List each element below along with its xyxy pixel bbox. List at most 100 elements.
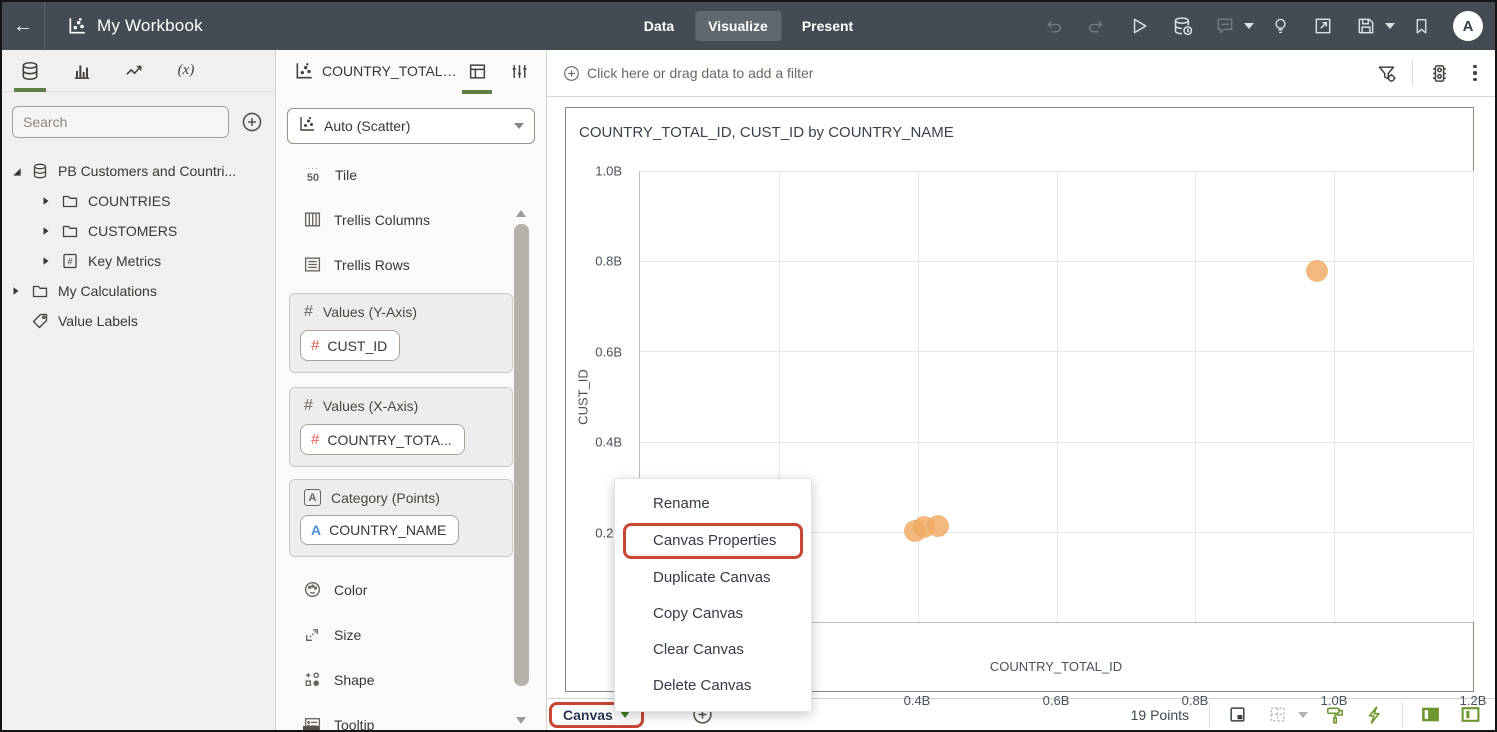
menu-item-rename[interactable]: Rename	[615, 486, 811, 522]
grammar-tab-icon[interactable]	[462, 52, 492, 94]
drop-target-size[interactable]: Size	[289, 612, 513, 657]
v-gridline	[1056, 171, 1058, 622]
drop-target-trellis-columns[interactable]: Trellis Columns	[289, 197, 513, 242]
tree-item-countries[interactable]: COUNTRIES	[2, 186, 275, 216]
menu-item-delete-canvas[interactable]: Delete Canvas	[615, 668, 811, 704]
field-pill-country-total[interactable]: # COUNTRY_TOTA...	[300, 424, 465, 455]
more-options-kebab-icon[interactable]	[1465, 64, 1485, 82]
drop-target-label: Shape	[334, 671, 375, 688]
tree-item-value-labels[interactable]: Value Labels	[2, 306, 275, 336]
tab-present[interactable]: Present	[789, 11, 866, 41]
caret-collapsed-icon[interactable]	[10, 286, 22, 296]
add-filter-target[interactable]: Click here or drag data to add a filter	[563, 65, 813, 82]
tree-item-label: Key Metrics	[88, 253, 162, 269]
data-panel-tabs: (x)	[2, 50, 275, 92]
tree-item-label: PB Customers and Countri...	[58, 163, 237, 179]
menu-item-duplicate-canvas[interactable]: Duplicate Canvas	[615, 560, 811, 596]
drop-target-tile[interactable]: ··· 50 Tile	[289, 152, 513, 197]
v-gridline	[917, 171, 919, 622]
refresh-data-icon[interactable]	[1165, 9, 1199, 43]
caret-collapsed-icon[interactable]	[40, 196, 52, 206]
size-icon	[306, 629, 318, 641]
comment-dropdown-caret[interactable]	[1244, 23, 1254, 29]
toolbar-divider	[1412, 60, 1413, 86]
scrollbar-thumb[interactable]	[514, 224, 529, 686]
menu-item-canvas-properties[interactable]: Canvas Properties	[623, 523, 803, 559]
scroll-up-icon[interactable]	[516, 210, 526, 217]
dropzone-values-y-axis[interactable]: # Values (Y-Axis) # CUST_ID	[289, 293, 513, 373]
scroll-down-icon[interactable]	[516, 717, 526, 724]
folder-icon	[30, 282, 50, 300]
v-gridline	[1195, 171, 1197, 622]
y-tick-label: 0.6B	[595, 344, 622, 360]
metrics-icon: #	[60, 252, 80, 270]
header-divider	[44, 2, 45, 50]
mode-tabs: Data Visualize Present	[631, 2, 866, 50]
present-play-icon[interactable]	[1122, 9, 1156, 43]
scatter-point[interactable]	[1305, 259, 1328, 282]
tab-visualizations[interactable]	[68, 52, 96, 90]
drop-target-label: Size	[334, 626, 362, 643]
dropdown-caret-icon	[514, 123, 524, 129]
tree-item-my-calculations[interactable]: My Calculations	[2, 276, 275, 306]
workbook-scatter-icon	[67, 16, 87, 36]
filter-bar: Click here or drag data to add a filter	[547, 50, 1495, 97]
menu-item-copy-canvas[interactable]: Copy Canvas	[615, 596, 811, 632]
circle-plus-icon	[564, 65, 579, 81]
color-palette-icon	[304, 581, 321, 598]
save-icon[interactable]	[1349, 9, 1383, 43]
canvas-dropdown-caret[interactable]	[619, 711, 630, 718]
tab-calculations-fx[interactable]: (x)	[172, 52, 200, 90]
user-avatar[interactable]: A	[1453, 11, 1483, 41]
visualization-settings-icon[interactable]	[1423, 57, 1455, 89]
viz-type-dropdown[interactable]: Auto (Scatter)	[287, 108, 535, 144]
open-in-window-icon[interactable]	[1306, 9, 1340, 43]
add-dataset-icon[interactable]	[239, 109, 265, 135]
menu-item-clear-canvas[interactable]: Clear Canvas	[615, 632, 811, 668]
tree-item-key-metrics[interactable]: # Key Metrics	[2, 246, 275, 276]
insights-lightbulb-icon[interactable]	[1263, 9, 1297, 43]
tree-item-label: My Calculations	[58, 283, 157, 299]
tree-item-dataset[interactable]: PB Customers and Countri...	[2, 156, 275, 186]
grammar-scrollbar[interactable]	[514, 208, 529, 728]
drop-target-trellis-rows[interactable]: Trellis Rows	[289, 242, 513, 287]
tab-analytics[interactable]	[120, 52, 148, 90]
caret-collapsed-icon[interactable]	[40, 256, 52, 266]
drop-target-shape[interactable]: Shape	[289, 657, 513, 702]
tab-data[interactable]: Data	[631, 11, 687, 41]
save-menu[interactable]	[1349, 9, 1395, 43]
field-pill-label: COUNTRY_TOTA...	[327, 431, 452, 448]
measure-hash-icon: #	[311, 431, 320, 448]
filter-settings-icon[interactable]	[1370, 57, 1402, 89]
save-dropdown-caret[interactable]	[1385, 23, 1395, 29]
drop-target-tooltip[interactable]: Tooltip	[289, 702, 513, 730]
comments-menu[interactable]	[1208, 9, 1254, 43]
y-tick-label: 1.0B	[595, 163, 622, 179]
clipped-next-row	[303, 726, 319, 730]
comment-icon[interactable]	[1208, 9, 1242, 43]
caret-collapsed-icon[interactable]	[40, 226, 52, 236]
field-pill-cust-id[interactable]: # CUST_ID	[300, 330, 401, 361]
top-header: ← My Workbook Data Visualize Present A	[2, 2, 1495, 50]
drop-target-label: Trellis Columns	[334, 211, 430, 228]
tab-data-elements[interactable]	[14, 52, 46, 92]
dropzone-category-points[interactable]: A Category (Points) A COUNTRY_NAME	[289, 479, 513, 557]
field-pill-country-name[interactable]: A COUNTRY_NAME	[300, 515, 460, 545]
undo-icon[interactable]	[1036, 9, 1070, 43]
back-button[interactable]: ←	[2, 2, 44, 50]
scatter-viz-icon-small	[298, 115, 316, 138]
redo-icon[interactable]	[1079, 9, 1113, 43]
dropzone-values-x-axis[interactable]: # Values (X-Axis) # COUNTRY_TOTA...	[289, 387, 513, 467]
fx-glyph: (x)	[177, 62, 195, 78]
search-input[interactable]	[12, 106, 229, 138]
canvas-tab-label: Canvas	[563, 706, 613, 723]
scatter-point[interactable]	[926, 515, 949, 538]
tree-item-customers[interactable]: CUSTOMERS	[2, 216, 275, 246]
bookmark-icon[interactable]	[1404, 9, 1438, 43]
drop-target-color[interactable]: Color	[289, 567, 513, 612]
tab-visualize[interactable]: Visualize	[695, 11, 781, 41]
properties-sliders-icon[interactable]	[506, 52, 532, 90]
caret-expanded-icon[interactable]	[10, 166, 22, 177]
folder-icon	[60, 222, 80, 240]
trellis-columns-icon	[304, 212, 321, 227]
